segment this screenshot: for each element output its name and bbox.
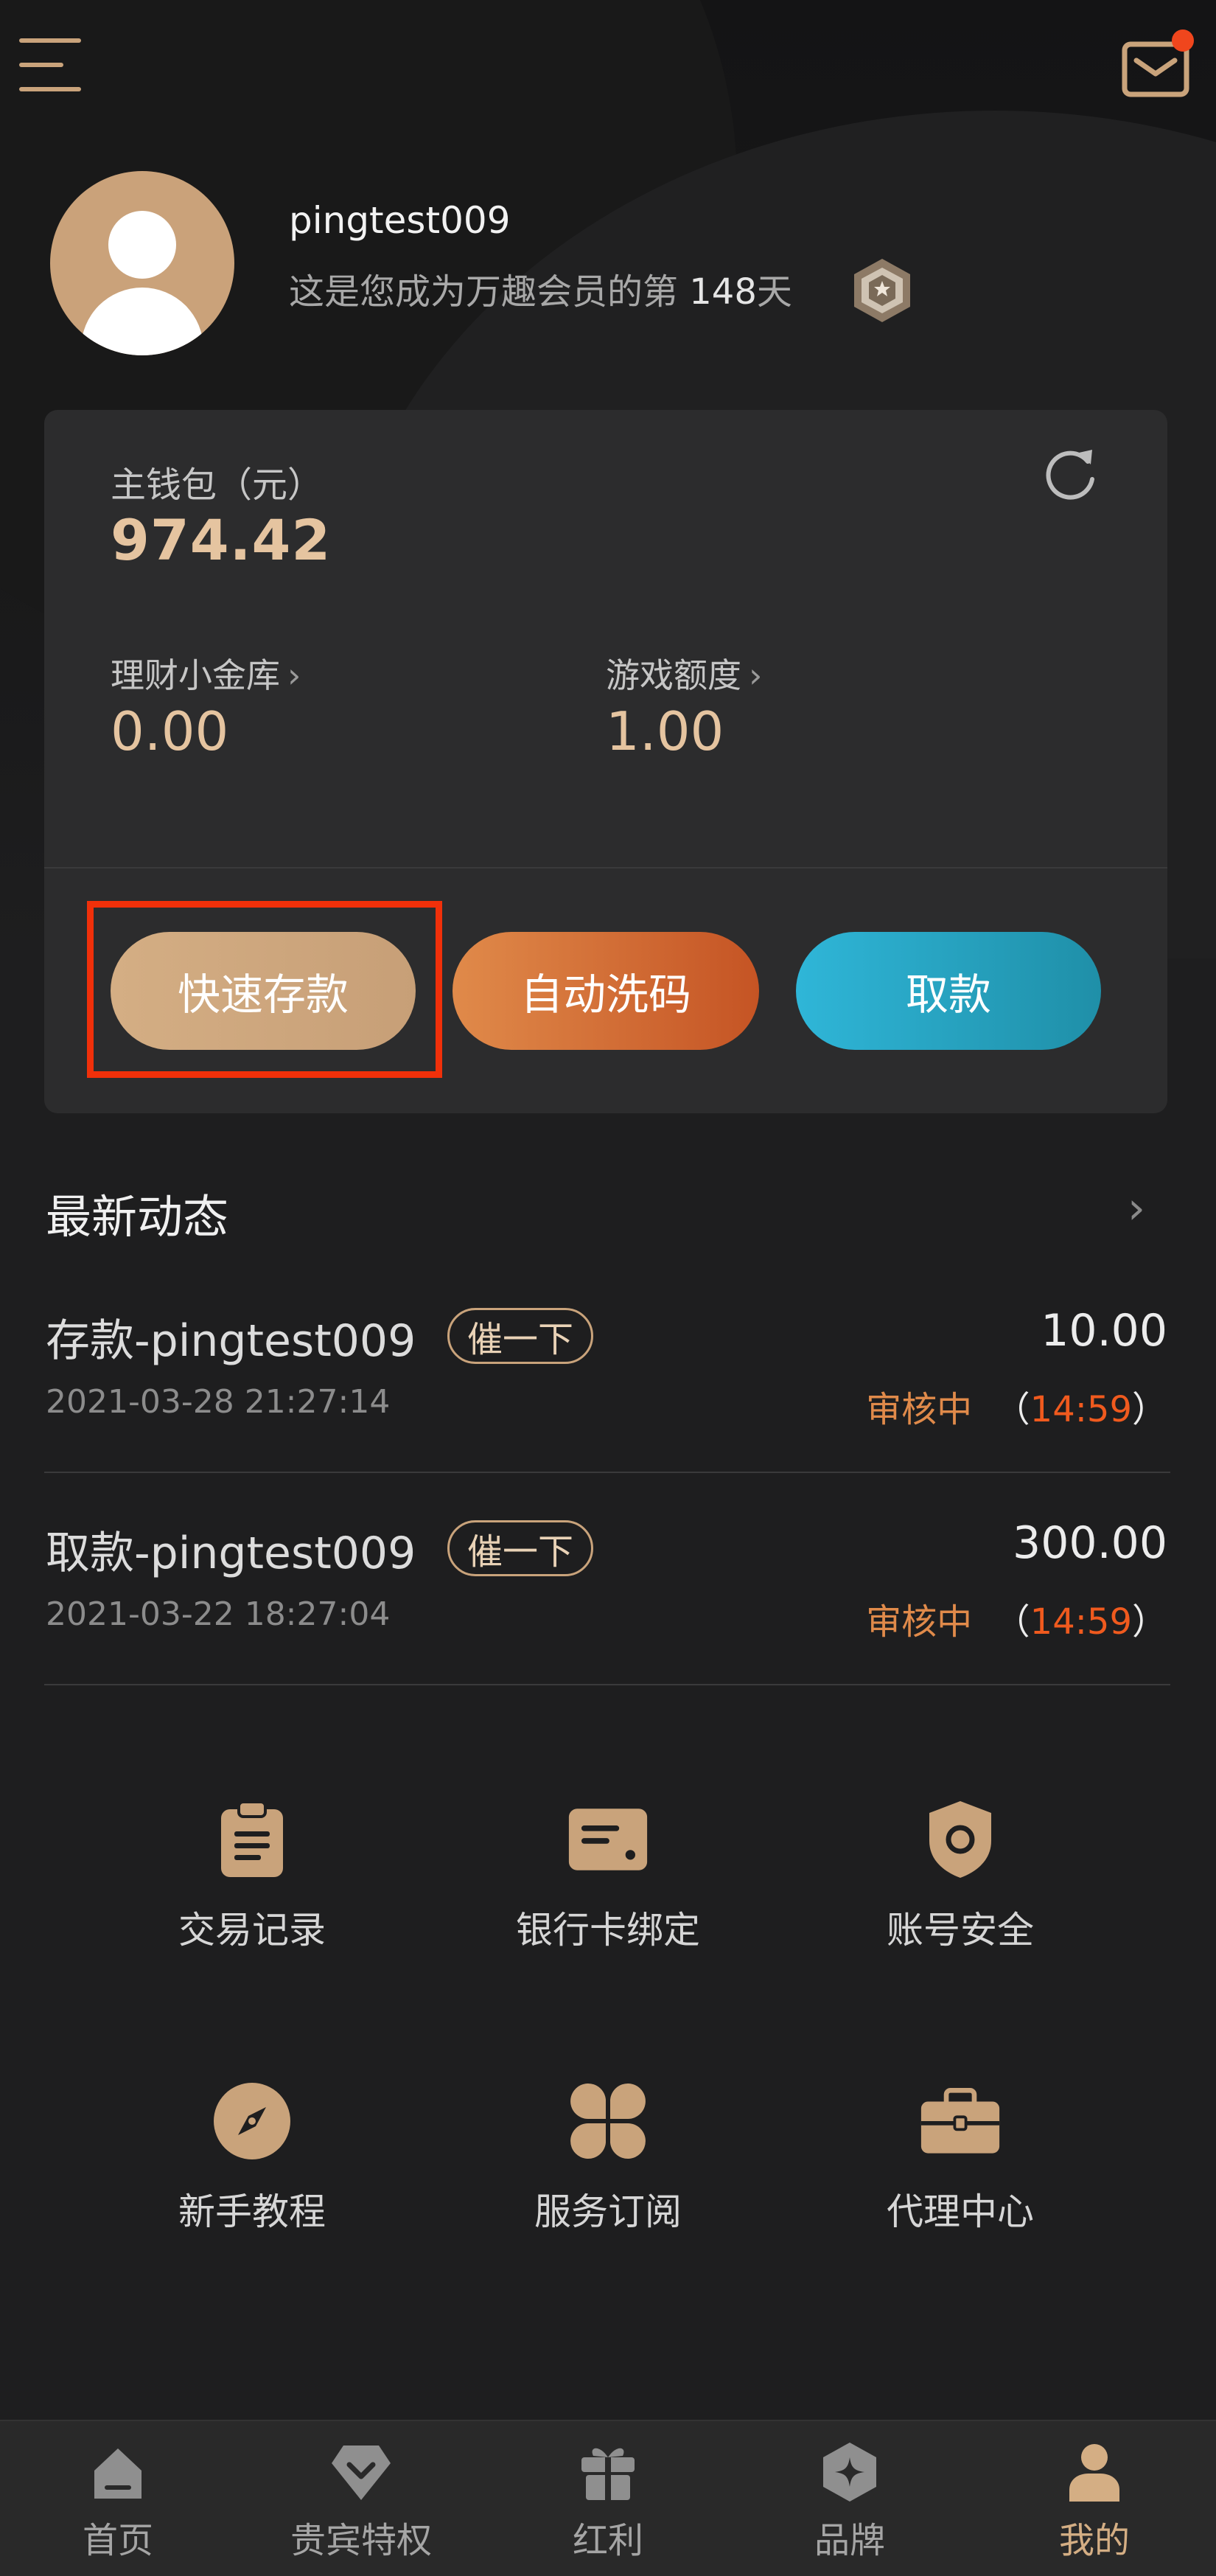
tab-mine[interactable]: 我的 [1002, 2439, 1187, 2563]
refresh-icon[interactable] [1039, 442, 1101, 504]
divider [44, 1472, 1170, 1473]
vault-amount: 0.00 [111, 700, 229, 762]
mail-icon[interactable] [1122, 29, 1194, 99]
vault-link[interactable]: 理财小金库 › [111, 649, 301, 697]
tab-brand[interactable]: 品牌 [758, 2439, 942, 2563]
activity-item-title: 取款-pingtest009 [46, 1528, 416, 1579]
urge-button[interactable]: 催一下 [447, 1520, 594, 1576]
briefcase-icon [920, 2081, 1001, 2162]
game-credit-amount: 1.00 [606, 700, 724, 762]
notification-dot [1172, 29, 1194, 52]
activity-item-status: 审核中 （14:59） [866, 1389, 1167, 1430]
activity-title: 最新动态 [46, 1190, 229, 1244]
tab-home[interactable]: 首页 [26, 2439, 210, 2563]
brand-icon [817, 2439, 883, 2505]
menu-icon[interactable] [19, 38, 81, 94]
divider [44, 1684, 1170, 1685]
withdraw-button[interactable]: 取款 [796, 932, 1101, 1050]
game-credit-link[interactable]: 游戏额度 › [606, 649, 762, 697]
feature-service-subscription[interactable]: 服务订阅 [490, 2081, 726, 2235]
auto-rebate-button[interactable]: 自动洗码 [452, 932, 759, 1050]
bank-card-icon [567, 1799, 649, 1880]
vip-badge-icon[interactable] [848, 256, 917, 325]
feature-bank-card-binding[interactable]: 银行卡绑定 [490, 1799, 726, 1954]
user-icon [1061, 2439, 1128, 2505]
compass-icon [212, 2081, 293, 2162]
tab-bonus[interactable]: 红利 [516, 2439, 700, 2563]
activity-item-amount: 300.00 [1013, 1517, 1167, 1569]
activity-item-date: 2021-03-22 18:27:04 [46, 1595, 391, 1633]
feature-account-security[interactable]: 账号安全 [842, 1799, 1078, 1954]
username: pingtest009 [289, 199, 511, 242]
clipboard-icon [212, 1799, 293, 1880]
activity-item-amount: 10.00 [1041, 1305, 1167, 1357]
feature-transaction-records[interactable]: 交易记录 [134, 1799, 370, 1954]
clover-icon [567, 2081, 649, 2162]
main-wallet-label: 主钱包（元） [111, 464, 324, 506]
feature-beginner-tutorial[interactable]: 新手教程 [134, 2081, 370, 2235]
gift-icon [575, 2439, 641, 2505]
urge-button[interactable]: 催一下 [447, 1308, 594, 1364]
feature-agent-center[interactable]: 代理中心 [842, 2081, 1078, 2235]
activity-item-status: 审核中 （14:59） [866, 1601, 1167, 1643]
avatar[interactable] [50, 171, 234, 355]
tab-vip-privileges[interactable]: 贵宾特权 [269, 2439, 453, 2563]
main-wallet-amount: 974.42 [111, 507, 332, 573]
membership-duration: 这是您成为万趣会员的第 148天 [289, 271, 792, 313]
divider [44, 867, 1167, 868]
home-icon [85, 2439, 151, 2505]
highlight-box [87, 901, 442, 1078]
activity-item-date: 2021-03-28 21:27:14 [46, 1383, 391, 1421]
diamond-icon [328, 2439, 394, 2505]
shield-icon [920, 1799, 1001, 1880]
activity-more-chevron-icon[interactable]: › [1128, 1183, 1145, 1234]
activity-item-title: 存款-pingtest009 [46, 1315, 416, 1367]
